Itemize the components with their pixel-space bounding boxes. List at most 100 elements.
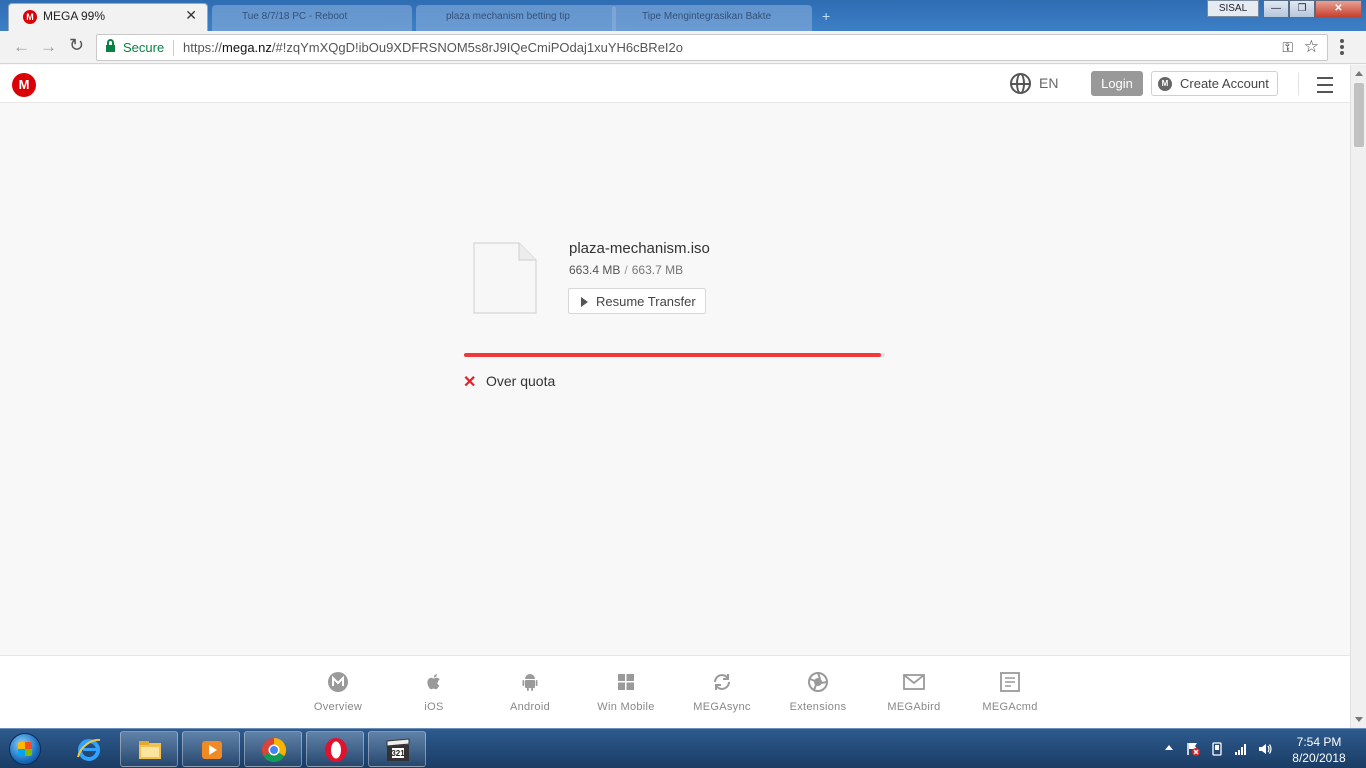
file-size: 663.4 MB/663.7 MB xyxy=(569,263,684,277)
reload-icon[interactable]: ↻ xyxy=(69,35,84,56)
clapperboard-icon: 321 xyxy=(386,738,410,761)
forward-arrow-icon[interactable]: → xyxy=(40,37,57,57)
total-size: 663.7 MB xyxy=(631,263,684,277)
page-scrollbar[interactable] xyxy=(1350,65,1366,728)
footer-extensions[interactable]: Extensions xyxy=(770,656,866,729)
taskbar-opera[interactable] xyxy=(306,731,364,767)
address-bar[interactable]: Secure https://mega.nz/#!zqYmXQgD!ibOu9X… xyxy=(96,34,1328,61)
internet-explorer-icon xyxy=(77,738,101,761)
footer-label: iOS xyxy=(424,701,444,713)
cmd-icon xyxy=(1000,672,1020,692)
back-arrow-icon[interactable]: ← xyxy=(13,37,30,57)
start-button[interactable] xyxy=(3,731,49,767)
mega-logo-icon xyxy=(328,672,348,692)
bookmark-star-icon[interactable]: ☆ xyxy=(1304,37,1319,57)
volume-icon[interactable] xyxy=(1257,741,1273,757)
footer-android[interactable]: Android xyxy=(482,656,578,729)
resume-transfer-label: Resume Transfer xyxy=(596,294,696,309)
tab-close-icon[interactable]: ✕ xyxy=(185,7,197,24)
system-clock[interactable]: 7:54 PM 8/20/2018 xyxy=(1284,734,1354,766)
opera-icon xyxy=(325,738,347,762)
tab-title: MEGA 99% xyxy=(43,9,106,23)
tab-title: plaza mechanism betting tip xyxy=(446,11,570,22)
show-hidden-icons-arrow[interactable] xyxy=(1165,745,1173,750)
footer-megabird[interactable]: MEGAbird xyxy=(866,656,962,729)
footer-label: Overview xyxy=(313,701,363,713)
file-icon xyxy=(473,242,537,314)
hamburger-menu-icon[interactable] xyxy=(1317,77,1333,98)
scroll-up-arrow-icon[interactable] xyxy=(1355,71,1363,76)
footer-win-mobile[interactable]: Win Mobile xyxy=(578,656,674,729)
status-text: Over quota xyxy=(486,373,556,389)
footer-overview[interactable]: Overview xyxy=(290,656,386,729)
browser-tab-strip: M MEGA 99% ✕ Tue 8/7/18 PC - Reboot plaz… xyxy=(0,0,1366,31)
url-text[interactable]: https://mega.nz/#!zqYmXQgD!ibOu9XDFRSNOM… xyxy=(183,40,683,55)
footer-ios[interactable]: iOS xyxy=(386,656,482,729)
maximize-button[interactable]: ❐ xyxy=(1289,0,1315,18)
footer-megacmd[interactable]: MEGAcmd xyxy=(962,656,1058,729)
mega-favicon-icon: M xyxy=(23,10,37,24)
file-name: plaza-mechanism.iso xyxy=(569,240,710,257)
minimize-button[interactable]: — xyxy=(1263,0,1289,18)
key-icon[interactable]: ⚿ xyxy=(1282,39,1293,56)
browser-toolbar: ← → ↻ Secure https://mega.nz/#!zqYmXQgD!… xyxy=(0,31,1366,64)
sync-icon xyxy=(714,674,730,690)
footer-label: Extensions xyxy=(789,701,847,713)
media-player-icon xyxy=(202,741,222,759)
taskbar-chrome[interactable] xyxy=(244,731,302,767)
create-account-label: Create Account xyxy=(1180,76,1269,91)
footer-label: MEGAsync xyxy=(693,701,751,713)
tab-mega[interactable]: M MEGA 99% ✕ xyxy=(8,3,208,31)
download-apps-footer: Overview iOS Android Win Mobile MEGAsync… xyxy=(0,655,1350,728)
play-icon xyxy=(581,297,588,307)
mail-icon xyxy=(903,674,925,690)
tab-inactive-3[interactable]: Tipe Mengintegrasikan Bakte xyxy=(612,3,812,31)
login-button[interactable]: Login xyxy=(1091,71,1143,96)
resume-transfer-button[interactable]: Resume Transfer xyxy=(568,288,706,314)
error-x-icon: ✕ xyxy=(463,374,477,391)
footer-label: MEGAbird xyxy=(887,701,941,713)
network-signal-icon[interactable] xyxy=(1233,741,1249,757)
footer-label: MEGAcmd xyxy=(982,701,1038,713)
taskbar-explorer[interactable] xyxy=(120,731,178,767)
footer-label: Win Mobile xyxy=(597,701,655,713)
mega-header: M EN Login M Create Account xyxy=(0,65,1350,103)
tab-title: Tipe Mengintegrasikan Bakte xyxy=(642,11,772,22)
scrollbar-thumb[interactable] xyxy=(1354,83,1364,147)
taskbar-media-player[interactable] xyxy=(182,731,240,767)
progress-fill xyxy=(464,353,881,357)
browser-menu-icon[interactable] xyxy=(1340,39,1344,57)
windows-icon xyxy=(618,674,634,690)
apple-icon xyxy=(427,674,440,690)
extensions-icon xyxy=(808,672,828,692)
android-icon xyxy=(522,674,538,691)
action-center-flag-icon[interactable] xyxy=(1185,741,1201,757)
new-tab-button[interactable]: + xyxy=(822,8,830,24)
device-icon[interactable] xyxy=(1209,741,1225,757)
windows-taskbar: 321 7:54 PM 8/20/2018 xyxy=(0,728,1366,768)
folder-icon xyxy=(139,741,161,759)
close-window-button[interactable]: ✕ xyxy=(1315,0,1362,18)
footer-megasync[interactable]: MEGAsync xyxy=(674,656,770,729)
taskbar-internet-explorer[interactable] xyxy=(60,731,118,767)
tab-title: Tue 8/7/18 PC - Reboot xyxy=(242,11,348,22)
svg-text:321: 321 xyxy=(391,749,405,758)
footer-label: Android xyxy=(509,701,550,713)
mega-logo[interactable]: M xyxy=(12,73,36,97)
downloaded-size: 663.4 MB xyxy=(569,263,621,277)
lock-icon xyxy=(106,39,115,52)
create-account-button[interactable]: M Create Account xyxy=(1151,71,1278,96)
profile-badge[interactable]: SISAL xyxy=(1207,0,1259,17)
windows-logo-icon xyxy=(9,733,41,765)
clock-date: 8/20/2018 xyxy=(1292,751,1346,765)
mega-logo-icon: M xyxy=(1158,77,1172,91)
language-selector[interactable]: EN xyxy=(1039,75,1058,91)
secure-label: Secure xyxy=(123,40,165,55)
tab-inactive-1[interactable]: Tue 8/7/18 PC - Reboot xyxy=(212,3,412,31)
globe-icon[interactable] xyxy=(1010,73,1031,94)
chrome-icon xyxy=(262,738,287,763)
scroll-down-arrow-icon[interactable] xyxy=(1355,717,1363,722)
tab-inactive-2[interactable]: plaza mechanism betting tip xyxy=(416,3,616,31)
clock-time: 7:54 PM xyxy=(1296,735,1342,749)
taskbar-media-player-classic[interactable]: 321 xyxy=(368,731,426,767)
